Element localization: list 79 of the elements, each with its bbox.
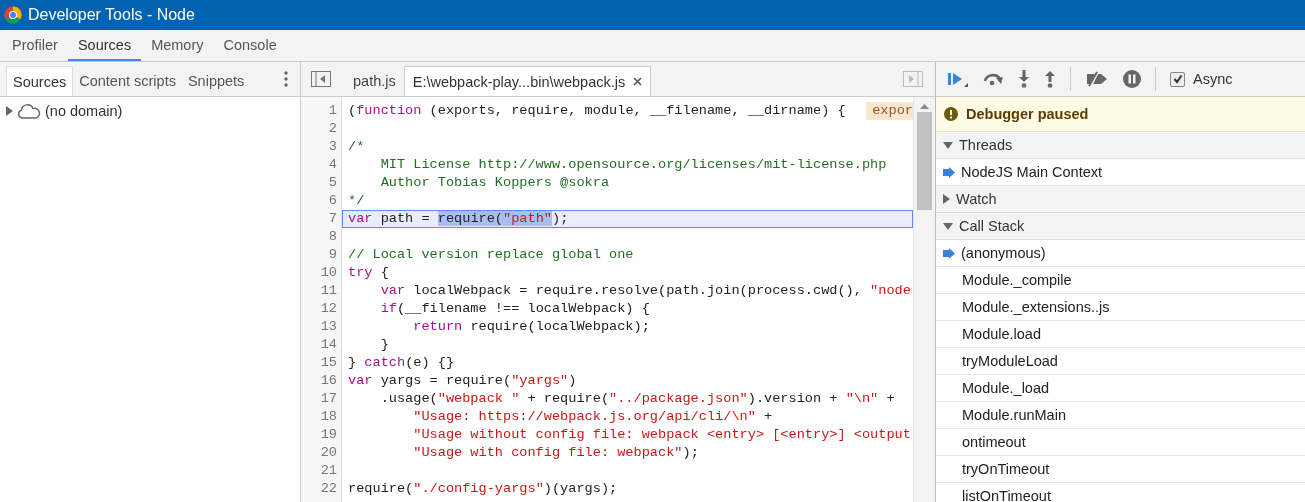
step-over-icon[interactable]	[982, 72, 1004, 86]
line-number: 3	[327, 138, 338, 156]
line-number: 4	[327, 156, 338, 174]
code-line: try {	[347, 264, 389, 282]
section-header[interactable]: Threads	[936, 132, 1305, 159]
window-title: Developer Tools - Node	[28, 6, 195, 24]
expand-arrow-icon[interactable]	[6, 106, 13, 116]
browser-logo-icon	[4, 6, 22, 24]
pause-icon[interactable]	[1123, 70, 1141, 88]
line-number: 7	[327, 210, 338, 228]
line-number: 6	[327, 192, 338, 210]
async-checkbox[interactable]	[1170, 71, 1185, 87]
code-line: var path = require("path");	[347, 210, 569, 228]
line-number: 21	[319, 462, 338, 480]
code-line: if(__filename !== localWebpack) {	[379, 300, 650, 318]
code-line: (function (exports, require, module, __filename, __dirname) {	[347, 102, 846, 120]
code-line: Author Tobias Koppers @sokra	[379, 174, 610, 192]
inline-value: expor	[866, 102, 913, 120]
async-label: Async	[1193, 71, 1233, 87]
line-number: 22	[319, 480, 338, 498]
expand-arrow-icon[interactable]	[943, 141, 953, 149]
line-number: 16	[319, 372, 338, 390]
line-number: 8	[327, 228, 338, 246]
info-icon	[944, 107, 958, 121]
line-number: 12	[319, 300, 338, 318]
more-menu-icon[interactable]	[284, 71, 288, 87]
navigator-tab[interactable]: Content scripts	[73, 66, 182, 96]
code-line: } catch(e) {}	[347, 354, 455, 372]
scrollbar-thumb[interactable]	[917, 112, 932, 210]
code-line: var yargs = require("yargs")	[347, 372, 577, 390]
banner-text: Debugger paused	[966, 106, 1089, 122]
line-number: 2	[327, 120, 338, 138]
expand-arrow-icon[interactable]	[943, 222, 953, 230]
code-line: "Usage: https://webpack.js.org/api/cli/\n" +	[412, 408, 773, 426]
line-number: 20	[319, 444, 338, 462]
code-line: return require(localWebpack);	[412, 318, 650, 336]
scroll-up-icon[interactable]	[919, 102, 930, 110]
file-tab[interactable]: E:\webpack-play...bin\webpack.js	[403, 66, 652, 96]
line-number: 14	[319, 336, 338, 354]
code-line: "Usage without config file: webpack <entry> [<entry>] <output	[412, 426, 911, 444]
code-line: MIT License http://www.opensource.org/licenses/mit-license.php	[379, 156, 887, 174]
code-line: // Local version replace global one	[347, 246, 634, 264]
resume-icon[interactable]	[948, 71, 968, 87]
line-number: 10	[319, 264, 338, 282]
line-number: 5	[327, 174, 338, 192]
panel-tab[interactable]: Profiler	[2, 30, 68, 61]
code-line: }	[379, 336, 389, 354]
deactivate-breakpoints-icon[interactable]	[1085, 71, 1109, 87]
code-line: require("./config-yargs")(yargs);	[347, 480, 618, 498]
line-number: 19	[319, 426, 338, 444]
line-number: 9	[327, 246, 338, 264]
line-number: 15	[319, 354, 338, 372]
navigator-tab[interactable]: Snippets	[181, 66, 251, 96]
tree-item[interactable]: (no domain)	[0, 97, 300, 125]
code-line: var localWebpack = require.resolve(path.join(process.cwd(), "node	[379, 282, 911, 300]
debugger-toggle-icon[interactable]	[903, 71, 923, 87]
code-line: */	[347, 192, 365, 210]
line-number: 1	[327, 102, 338, 120]
line-number: 17	[319, 390, 338, 408]
step-out-icon[interactable]	[1044, 70, 1056, 88]
section-header[interactable]: Call Stack	[936, 213, 1305, 240]
expand-arrow-icon[interactable]	[943, 194, 950, 204]
code-line: .usage("webpack " + require("../package.json").version + "\n" +	[379, 390, 895, 408]
code-line: /*	[347, 138, 365, 156]
sidebar-toggle-icon[interactable]	[311, 71, 331, 87]
close-icon[interactable]	[633, 77, 643, 86]
scrollbar[interactable]	[913, 97, 935, 502]
file-tab[interactable]: path.js	[345, 66, 404, 96]
line-number: 13	[319, 318, 338, 336]
line-number: 18	[319, 408, 338, 426]
code-line: "Usage with config file: webpack");	[412, 444, 699, 462]
step-into-icon[interactable]	[1018, 70, 1030, 88]
section-header[interactable]: Watch	[936, 186, 1305, 213]
tree-label: (no domain)	[45, 103, 123, 119]
line-number: 11	[319, 282, 338, 300]
panel-tab[interactable]: Console	[213, 30, 287, 61]
cloud-icon	[17, 103, 41, 119]
navigator-tab[interactable]: Sources	[6, 66, 74, 96]
panel-tab[interactable]: Memory	[141, 30, 214, 61]
